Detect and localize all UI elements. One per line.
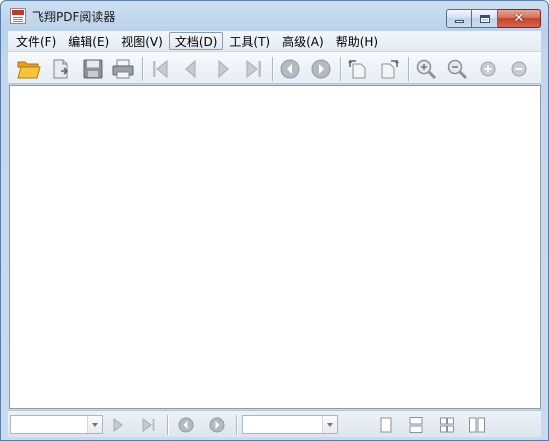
continuous-page-icon <box>409 417 423 433</box>
window-controls: ✕ <box>446 9 541 28</box>
last-page-icon <box>246 59 261 79</box>
first-page-button[interactable] <box>148 57 172 81</box>
last-page-icon <box>142 418 155 432</box>
zoom-level-combo[interactable] <box>242 415 338 434</box>
continuous-facing-view-button[interactable] <box>467 415 487 435</box>
app-pdf-icon[interactable] <box>10 8 26 24</box>
rotate-right-icon <box>381 60 399 79</box>
chevron-down-icon[interactable] <box>322 416 337 433</box>
back-button[interactable] <box>278 57 302 81</box>
back-icon <box>178 417 194 433</box>
status-next-page-button[interactable] <box>108 415 128 435</box>
save-button[interactable] <box>81 57 105 81</box>
close-icon: ✕ <box>513 11 525 26</box>
status-last-page-button[interactable] <box>139 415 159 435</box>
single-page-view-button[interactable] <box>376 415 396 435</box>
open-document-button[interactable] <box>49 57 73 81</box>
last-page-button[interactable] <box>242 57 266 81</box>
menu-advanced[interactable]: 高级(A) <box>276 32 330 50</box>
facing-pages-icon <box>440 417 454 433</box>
save-icon <box>83 59 103 79</box>
menu-help[interactable]: 帮助(H) <box>330 32 384 50</box>
zoom-plus-icon <box>480 61 496 77</box>
open-folder-icon <box>17 61 41 79</box>
document-view[interactable] <box>9 85 541 409</box>
minimize-button[interactable] <box>446 9 472 28</box>
zoom-out-button[interactable] <box>445 57 469 81</box>
maximize-icon <box>479 14 490 23</box>
menu-file[interactable]: 文件(F) <box>10 32 62 50</box>
status-back-button[interactable] <box>176 415 196 435</box>
status-bar <box>8 410 541 437</box>
toolbar-separator <box>408 57 409 81</box>
back-icon <box>280 59 300 79</box>
next-page-icon <box>218 59 229 79</box>
menu-tools[interactable]: 工具(T) <box>223 32 276 50</box>
toolbar-separator <box>142 57 143 81</box>
print-icon <box>112 59 134 79</box>
zoom-minus-button[interactable] <box>507 57 531 81</box>
forward-icon <box>311 59 331 79</box>
zoom-in-icon <box>416 59 437 80</box>
page-number-combo[interactable] <box>10 415 103 434</box>
toolbar-separator <box>272 57 273 81</box>
facing-view-button[interactable] <box>437 415 457 435</box>
previous-page-button[interactable] <box>179 57 203 81</box>
continuous-facing-icon <box>469 417 485 433</box>
app-window: 飞翔PDF阅读器 ✕ 文件(F) 编辑(E) 视图(V) 文档(D) 工具(T)… <box>0 0 549 441</box>
menu-bar: 文件(F) 编辑(E) 视图(V) 文档(D) 工具(T) 高级(A) 帮助(H… <box>8 31 541 51</box>
menu-document[interactable]: 文档(D) <box>168 32 224 50</box>
zoom-minus-icon <box>511 61 527 77</box>
next-page-button[interactable] <box>211 57 235 81</box>
toolbar-separator <box>340 57 341 81</box>
next-page-icon <box>113 418 123 432</box>
close-button[interactable]: ✕ <box>498 9 541 28</box>
rotate-left-icon <box>348 60 366 79</box>
main-toolbar <box>8 51 541 84</box>
previous-page-icon <box>185 59 196 79</box>
minimize-icon <box>454 19 464 23</box>
zoom-plus-button[interactable] <box>476 57 500 81</box>
zoom-in-button[interactable] <box>414 57 438 81</box>
menu-view[interactable]: 视图(V) <box>115 32 169 50</box>
forward-icon <box>209 417 225 433</box>
status-separator <box>167 415 168 435</box>
chevron-down-icon[interactable] <box>87 416 102 433</box>
single-page-icon <box>380 417 392 433</box>
title-bar[interactable]: 飞翔PDF阅读器 ✕ <box>1 1 548 31</box>
maximize-button[interactable] <box>472 9 498 28</box>
first-page-icon <box>153 59 168 79</box>
rotate-right-button[interactable] <box>377 57 401 81</box>
forward-button[interactable] <box>309 57 333 81</box>
window-title: 飞翔PDF阅读器 <box>32 10 116 24</box>
open-button[interactable] <box>17 57 41 81</box>
continuous-view-button[interactable] <box>406 415 426 435</box>
menu-edit[interactable]: 编辑(E) <box>62 32 115 50</box>
print-button[interactable] <box>111 57 135 81</box>
status-forward-button[interactable] <box>207 415 227 435</box>
rotate-left-button[interactable] <box>346 57 370 81</box>
zoom-out-icon <box>447 59 468 80</box>
status-separator <box>236 415 237 435</box>
open-document-icon <box>53 59 69 79</box>
